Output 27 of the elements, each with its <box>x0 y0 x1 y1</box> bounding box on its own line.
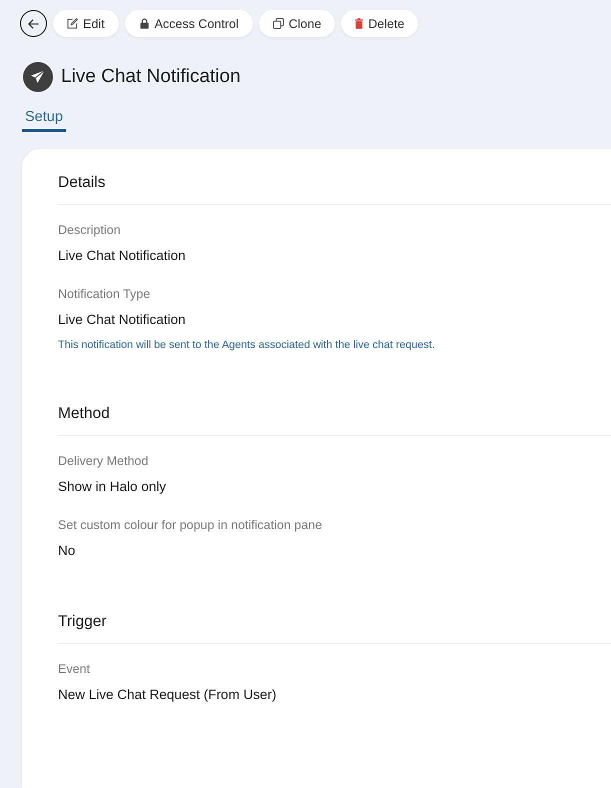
field-label: Notification Type <box>58 286 152 302</box>
paper-plane-icon <box>23 62 53 92</box>
field-value: Live Chat Notification <box>58 311 187 329</box>
field-value: Live Chat Notification <box>58 247 187 265</box>
lock-icon <box>138 18 150 29</box>
copy-icon <box>272 18 284 29</box>
field-hint: This notification will be sent to the Agents associated with the live chat request. <box>58 338 436 352</box>
setup-tab[interactable]: Setup <box>22 108 66 132</box>
field-label: Delivery Method <box>58 453 150 469</box>
section-title: Trigger <box>58 613 107 630</box>
clone-button[interactable]: Clone <box>258 10 336 37</box>
section-title: Method <box>58 405 110 422</box>
field-value: No <box>58 542 76 560</box>
field-value: New Live Chat Request (From User) <box>58 686 278 704</box>
field-label: Event <box>58 661 91 677</box>
field-label: Description <box>58 222 122 238</box>
back-button[interactable] <box>20 10 47 37</box>
access-control-button[interactable]: Access Control <box>124 10 253 37</box>
edit-button[interactable]: Edit <box>53 10 119 37</box>
field-value: Show in Halo only <box>58 478 168 496</box>
pencil-square-icon <box>67 18 78 29</box>
field-label: Set custom colour for popup in notification pane <box>58 517 324 533</box>
delete-button[interactable]: Delete <box>341 10 418 37</box>
arrow-left-icon <box>28 18 39 28</box>
trash-icon <box>355 18 364 29</box>
section-title: Details <box>58 174 106 191</box>
page-title: Live Chat Notification <box>61 65 241 89</box>
